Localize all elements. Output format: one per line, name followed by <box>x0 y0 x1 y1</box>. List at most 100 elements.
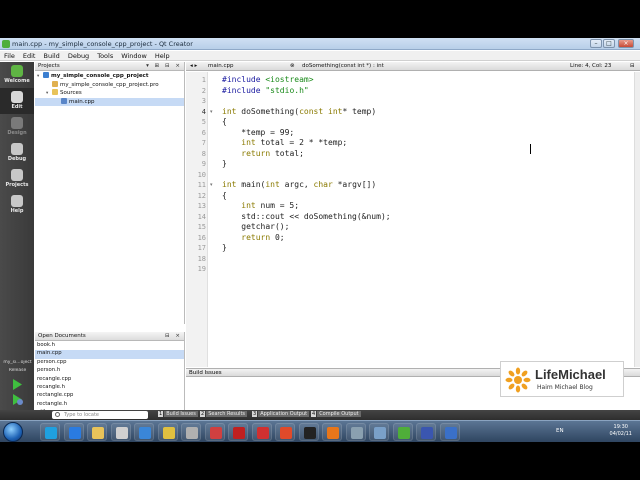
split-icon[interactable]: ⊟ <box>630 63 635 69</box>
code-text: int doSomething(const int* temp) <box>222 107 376 118</box>
code-token: #include <box>222 75 266 84</box>
code-token: 0; <box>270 232 285 242</box>
kit-selector-label[interactable]: my_si...oject <box>1 360 34 365</box>
code-line: } <box>186 159 636 170</box>
tree-item[interactable]: my_simple_console_cpp_project.pro <box>35 80 184 90</box>
open-document-item[interactable]: rectangle.h <box>35 401 184 409</box>
taskbar-acrobat-icon[interactable] <box>228 423 248 441</box>
output-tab[interactable]: 3 Application Output <box>252 411 310 419</box>
code-token: int <box>222 180 237 189</box>
output-tab[interactable]: 4 Compile Output <box>311 411 361 419</box>
tree-item[interactable]: main.cpp <box>35 97 184 106</box>
code-text: #include "stdio.h" <box>222 86 309 97</box>
editor-scrollbar[interactable] <box>634 72 640 367</box>
open-document-item[interactable]: recangle.cpp <box>35 376 184 384</box>
mode-design[interactable]: Design <box>0 114 34 140</box>
taskbar-skype-icon[interactable] <box>40 423 60 441</box>
file-tab[interactable]: main.cpp <box>208 63 234 69</box>
close-button[interactable]: × <box>618 39 634 48</box>
code-text: return 0; <box>222 232 285 244</box>
taskbar-media-player-icon[interactable] <box>416 423 436 441</box>
menu-debug[interactable]: Debug <box>64 51 93 60</box>
code-token: { <box>222 190 227 200</box>
menu-file[interactable]: File <box>0 51 19 60</box>
taskbar-sync-icon[interactable] <box>134 423 154 441</box>
open-document-item[interactable]: main.cpp <box>35 350 184 359</box>
menu-help[interactable]: Help <box>151 51 174 60</box>
code-text: #include <iostream> <box>222 75 314 86</box>
mode-welcome[interactable]: Welcome <box>0 62 34 88</box>
taskbar-qt-creator-icon[interactable] <box>392 423 413 441</box>
nav-back-icon[interactable]: ◂ ▸ <box>190 63 197 69</box>
taskbar-itunes-icon[interactable] <box>181 423 201 441</box>
build-config-label[interactable]: Release <box>1 368 34 373</box>
projects-wrench-icon <box>11 169 23 181</box>
output-tab-number: 1 <box>158 411 164 417</box>
panel-buttons-icon[interactable]: ⊟ × <box>165 333 182 339</box>
code-token: main( <box>236 180 266 189</box>
taskbar-paint-icon[interactable] <box>204 423 225 441</box>
run-icon[interactable] <box>10 378 24 391</box>
code-token: std::cout << doSomething(&num); <box>222 211 391 221</box>
taskbar-remote-desktop-icon[interactable] <box>439 423 460 441</box>
minimize-button[interactable]: – <box>590 39 602 48</box>
locator-input[interactable]: Type to locate <box>52 411 148 419</box>
taskbar-notepad-icon[interactable] <box>110 423 131 441</box>
panel-buttons-icon[interactable]: ▾ ⊞ ⊟ × <box>146 63 182 69</box>
taskbar-terminal-icon[interactable] <box>298 423 319 441</box>
taskbar-chrome-icon[interactable] <box>275 423 295 441</box>
code-token: num = 5; <box>255 201 300 210</box>
code-token: doSomething( <box>236 106 300 116</box>
cpp-file-icon <box>61 97 67 104</box>
language-indicator[interactable]: EN <box>556 428 564 434</box>
windows-taskbar: EN 19:30 04/02/11 <box>0 420 640 442</box>
taskbar-firefox-icon[interactable] <box>322 423 342 441</box>
open-document-item[interactable]: person.cpp <box>35 359 184 367</box>
menu-build[interactable]: Build <box>39 51 63 60</box>
mode-edit[interactable]: Edit <box>0 88 34 114</box>
symbol-selector[interactable]: doSomething(const int *) : int <box>302 63 384 69</box>
taskbar-file-explorer-icon[interactable] <box>87 423 107 441</box>
taskbar-app-icon[interactable] <box>345 423 366 441</box>
maximize-button[interactable]: □ <box>603 39 615 48</box>
open-documents-title: Open Documents <box>38 333 86 339</box>
notepad-icon <box>115 427 128 439</box>
code-line: std::cout << doSomething(&num); <box>186 212 636 223</box>
code-text: } <box>222 159 227 170</box>
screen: main.cpp - my_simple_console_cpp_project… <box>0 38 640 442</box>
menu-edit[interactable]: Edit <box>19 51 40 60</box>
mode-projects[interactable]: Projects <box>0 166 34 192</box>
taskbar-folder-icon[interactable] <box>157 423 178 441</box>
clock[interactable]: 19:30 04/02/11 <box>610 424 632 438</box>
mode-debug[interactable]: Debug <box>0 140 34 166</box>
start-debugging-icon[interactable] <box>10 393 24 406</box>
output-tab[interactable]: 2 Search Results <box>200 411 248 419</box>
remote-desktop-icon <box>444 427 457 439</box>
menu-window[interactable]: Window <box>117 51 151 60</box>
mode-label: Projects <box>5 182 29 188</box>
code-editor[interactable]: 1 2 3 4 5 6 7 8 9 10 11 12 13 14 15 16 17 18 19 #include <… <box>186 72 640 367</box>
taskbar-app-icon-2[interactable] <box>369 423 389 441</box>
taskbar-pdf-icon[interactable] <box>251 423 272 441</box>
open-document-item[interactable]: rectangle.cpp <box>35 392 184 400</box>
mode-help[interactable]: Help <box>0 192 34 218</box>
open-document-item[interactable]: recangle.h <box>35 384 184 392</box>
open-document-item[interactable]: book.h <box>35 342 184 350</box>
open-document-item[interactable]: person.h <box>35 367 184 375</box>
tree-item[interactable]: ▾ Sources <box>35 89 184 98</box>
lifemichael-watermark: LifeMichael Haim Michael Blog <box>500 361 624 397</box>
terminal-icon <box>303 427 316 439</box>
menu-tools[interactable]: Tools <box>93 51 117 60</box>
code-line: { <box>186 117 636 128</box>
output-tab[interactable]: 1 Build Issues <box>158 411 198 419</box>
taskbar-internet-explorer-icon[interactable] <box>63 423 84 441</box>
tree-item[interactable]: ▾ my_simple_console_cpp_project <box>35 72 184 81</box>
edit-document-icon <box>11 91 23 103</box>
file-close-icon[interactable]: ⊗ <box>290 63 295 69</box>
project-tree: ▾ my_simple_console_cpp_project my_simple_… <box>35 72 184 106</box>
folder-icon <box>52 89 58 95</box>
start-button[interactable] <box>3 422 23 442</box>
tree-item-label: my_simple_console_cpp_project <box>51 73 149 79</box>
code-token: char <box>313 180 333 189</box>
